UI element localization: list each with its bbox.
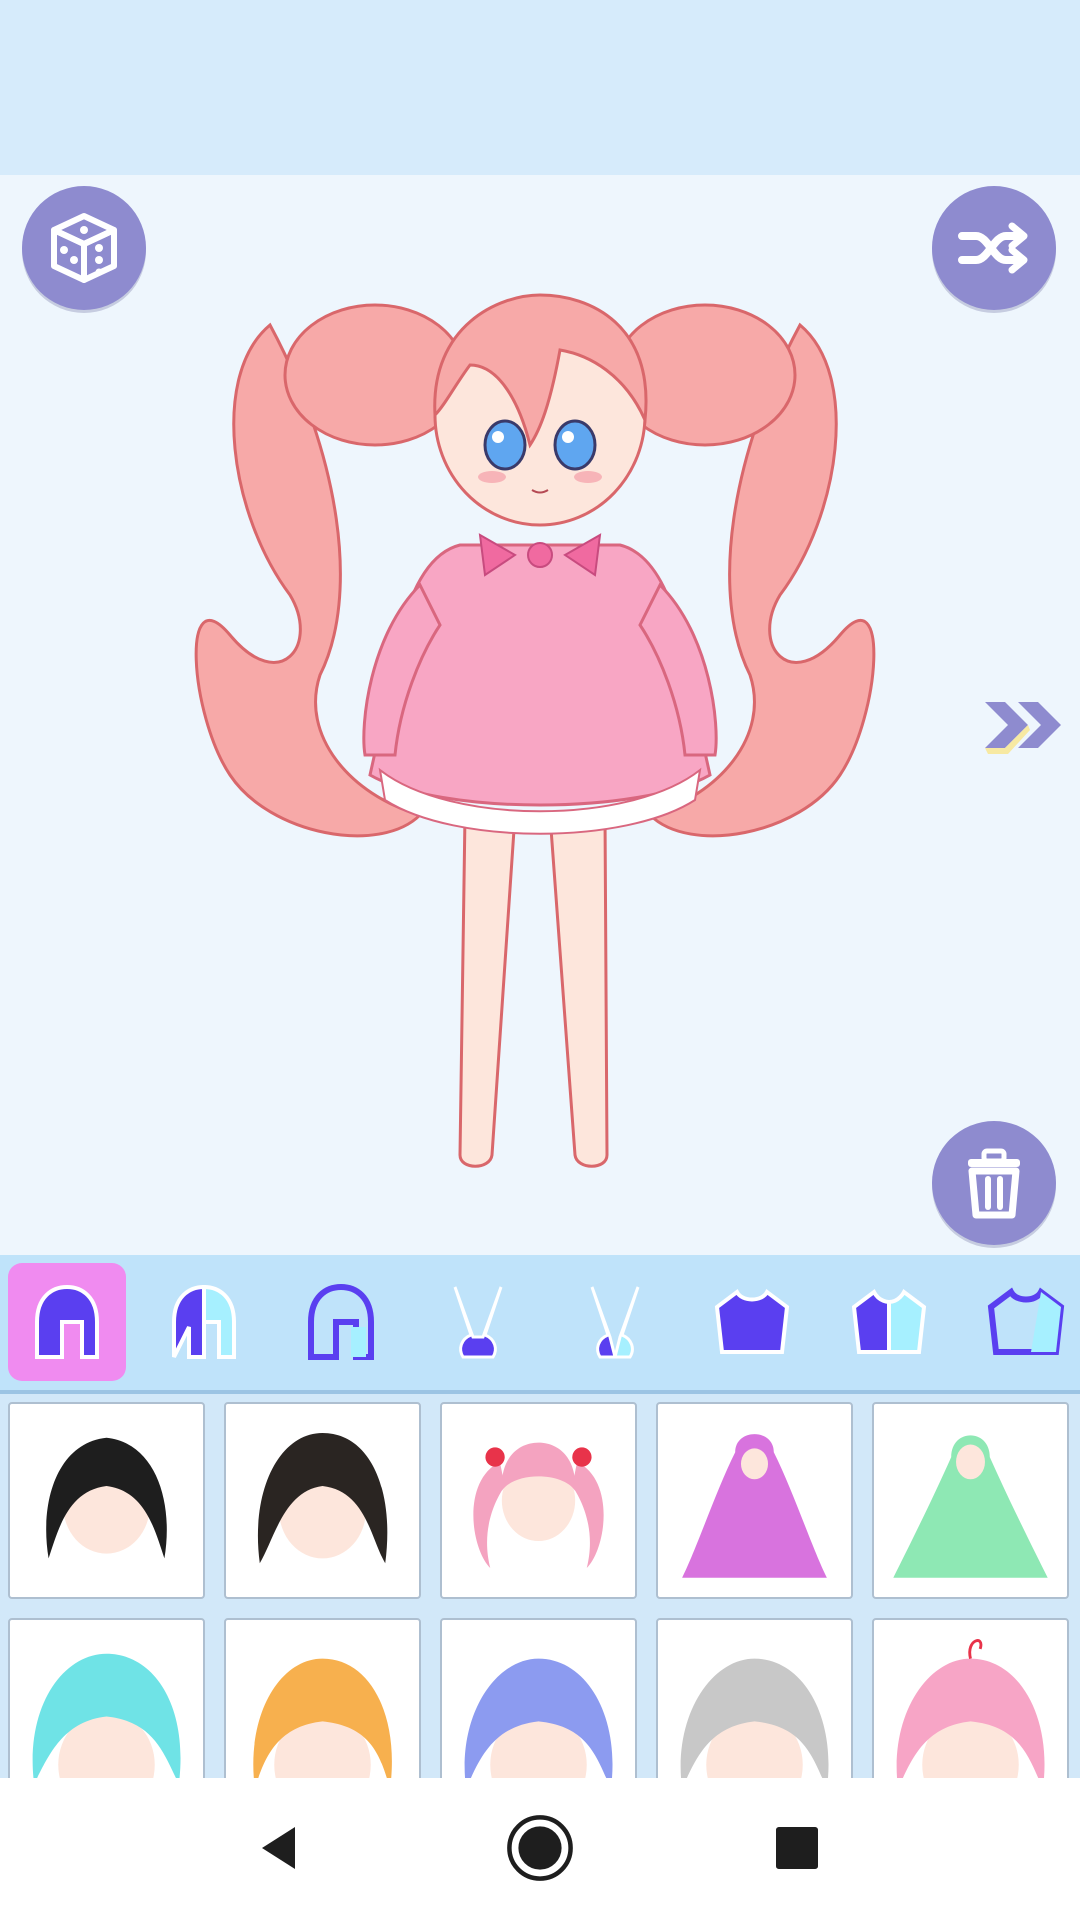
item-hair-pink-twintails[interactable]: [440, 1402, 637, 1599]
back-triangle-icon: [262, 1827, 295, 1869]
category-tab-ears-alt[interactable]: [556, 1263, 674, 1381]
item-hair-gray-short[interactable]: [656, 1618, 853, 1778]
shuffle-icon: [958, 222, 1028, 274]
item-hair-cyan-spiky[interactable]: [8, 1618, 205, 1778]
dice-icon: [51, 213, 117, 283]
category-tab-top-outline[interactable]: [967, 1263, 1080, 1381]
hair-front-alt-icon: [172, 1284, 236, 1359]
hair-preview-image: [253, 1658, 392, 1778]
recents-square-icon: [776, 1827, 818, 1869]
category-tab-top-alt[interactable]: [830, 1263, 948, 1381]
item-grid: [0, 1394, 1080, 1778]
nav-recents-button[interactable]: [757, 1808, 837, 1888]
home-circle-icon: [507, 1815, 573, 1881]
hair-preview-image: [896, 1639, 1045, 1778]
hair-back-outline-icon: [308, 1283, 374, 1360]
trash-icon: [968, 1148, 1020, 1219]
item-hair-pink-bob[interactable]: [872, 1618, 1069, 1778]
hair-preview-image: [473, 1442, 604, 1569]
double-chevron-right-icon[interactable]: [980, 690, 1070, 760]
hair-preview-image: [32, 1653, 181, 1778]
item-hair-orange-short[interactable]: [224, 1618, 421, 1778]
bunny-ears-icon: [453, 1286, 503, 1359]
top-shirt-outline-icon: [987, 1287, 1065, 1355]
category-tab-hair-front[interactable]: [8, 1263, 126, 1381]
category-bar: [0, 1255, 1080, 1394]
nav-home-button[interactable]: [500, 1808, 580, 1888]
category-tab-hair-front-alt[interactable]: [145, 1263, 263, 1381]
delete-button[interactable]: [932, 1121, 1056, 1245]
category-tab-top[interactable]: [693, 1263, 811, 1381]
hair-preview-image: [893, 1435, 1048, 1578]
category-tab-ears[interactable]: [419, 1263, 537, 1381]
item-hair-black-short[interactable]: [8, 1402, 205, 1599]
category-tab-hair-back[interactable]: [282, 1263, 400, 1381]
hair-front-icon: [35, 1284, 99, 1359]
hair-preview-image: [464, 1658, 613, 1778]
hair-preview-image: [257, 1432, 388, 1564]
top-banner: [0, 0, 1080, 175]
bunny-ears-alt-icon: [590, 1286, 640, 1359]
top-shirt-icon: [714, 1288, 790, 1354]
nav-back-button[interactable]: [240, 1808, 320, 1888]
hair-preview-image: [680, 1658, 829, 1778]
item-hair-mint-long[interactable]: [872, 1402, 1069, 1599]
character-illustration: [194, 293, 876, 1168]
top-shirt-alt-icon: [851, 1288, 927, 1354]
hair-preview-image: [682, 1434, 827, 1578]
item-hair-blue-short[interactable]: [440, 1618, 637, 1778]
hair-preview-image: [46, 1437, 167, 1559]
item-hair-purple-long[interactable]: [656, 1402, 853, 1599]
system-nav-bar: [0, 1778, 1080, 1920]
item-hair-black-bob[interactable]: [224, 1402, 421, 1599]
